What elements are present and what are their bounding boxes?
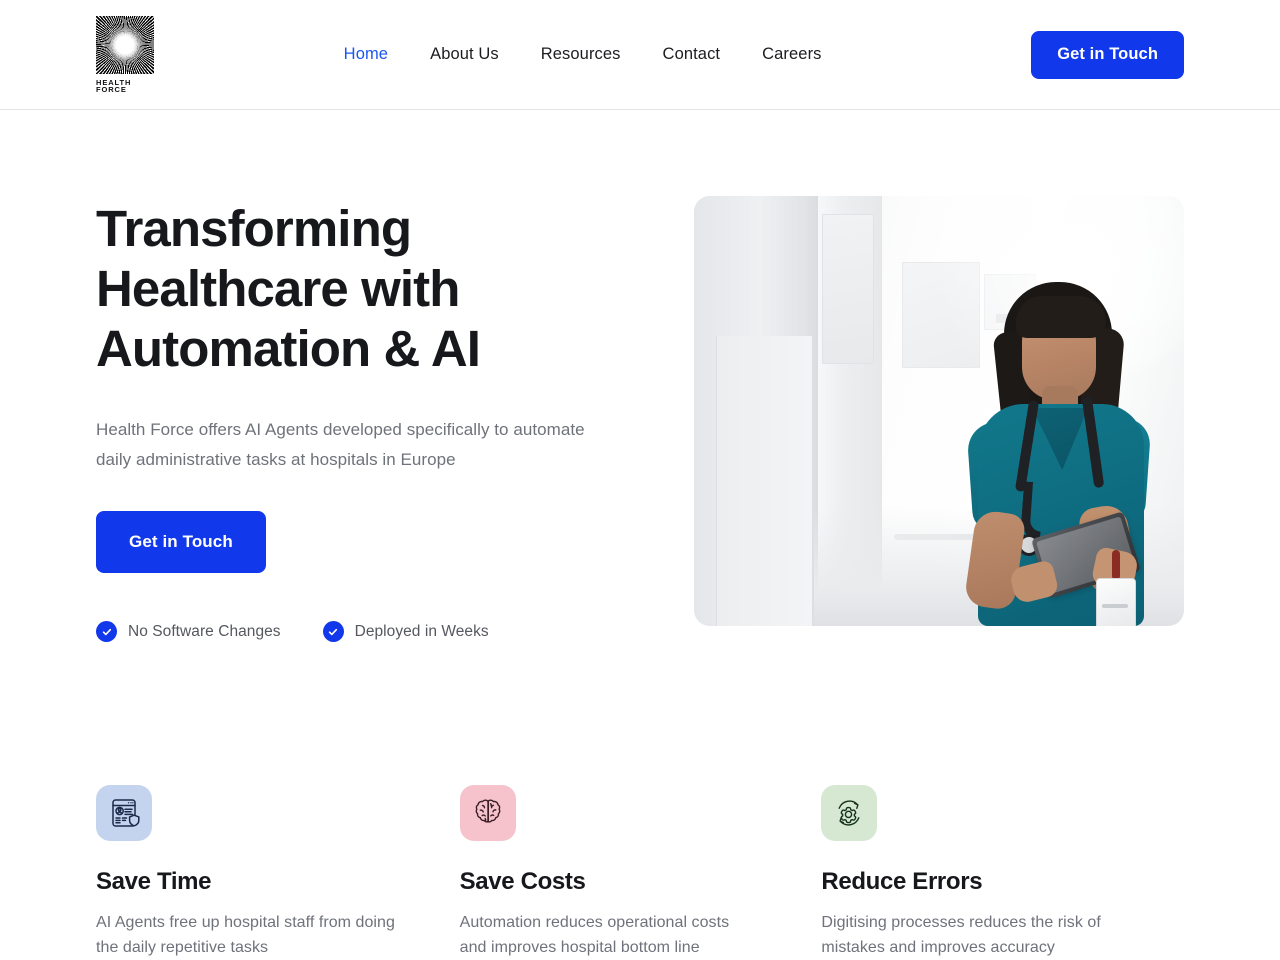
- document-profile-shield-icon: [96, 785, 152, 841]
- hero-title: Transforming Healthcare with Automation …: [96, 200, 481, 377]
- feature-title: Save Costs: [459, 868, 586, 895]
- brand-logo[interactable]: HEALTH FORCE: [96, 15, 154, 94]
- features-section: Save Time AI Agents free up hospital sta…: [0, 642, 1280, 960]
- hero-badge-label: Deployed in Weeks: [354, 622, 489, 640]
- feature-description: Automation reduces operational costs and…: [459, 914, 730, 956]
- feature-card-save-time: Save Time AI Agents free up hospital sta…: [96, 785, 459, 960]
- sunburst-logo-icon: [96, 15, 154, 74]
- site-header: HEALTH FORCE Home About Us Resources Con…: [0, 0, 1280, 110]
- feature-card-reduce-errors: Reduce Errors Digitising processes reduc…: [821, 785, 1184, 960]
- hero-badge-label: No Software Changes: [128, 622, 281, 640]
- check-circle-icon: [96, 621, 117, 642]
- hero-get-in-touch-button[interactable]: Get in Touch: [96, 511, 266, 573]
- hero-copy: Transforming Healthcare with Automation …: [96, 196, 646, 642]
- feature-description: AI Agents free up hospital staff from do…: [96, 914, 395, 956]
- feature-title: Save Time: [96, 868, 212, 895]
- hero-badge-deployed-in-weeks: Deployed in Weeks: [322, 621, 489, 642]
- check-circle-icon: [322, 621, 344, 642]
- feature-card-save-costs: Save Costs Automation reduces operationa…: [459, 785, 822, 960]
- hero-image: [694, 196, 1184, 626]
- nav-item-resources[interactable]: Resources: [541, 45, 621, 64]
- brand-name: HEALTH FORCE: [96, 77, 132, 94]
- hero-badge-list: No Software Changes Deployed in Weeks: [96, 621, 646, 642]
- hero-badge-no-software-changes: No Software Changes: [96, 621, 281, 642]
- nav-item-careers[interactable]: Careers: [762, 45, 821, 64]
- main-navigation: Home About Us Resources Contact Careers: [134, 45, 1031, 64]
- feature-title: Reduce Errors: [821, 868, 983, 895]
- hero-subtitle: Health Force offers AI Agents developed …: [96, 420, 585, 469]
- header-get-in-touch-button[interactable]: Get in Touch: [1031, 30, 1184, 79]
- hero-section: Transforming Healthcare with Automation …: [0, 110, 1280, 642]
- hospital-corridor-photo: [694, 196, 1184, 626]
- brain-icon: [459, 785, 516, 841]
- gear-refresh-icon: [821, 785, 878, 841]
- nurse-figure: [926, 282, 1176, 626]
- feature-description: Digitising processes reduces the risk of…: [821, 914, 1101, 956]
- nav-item-home[interactable]: Home: [344, 45, 388, 64]
- nav-item-about-us[interactable]: About Us: [430, 45, 499, 64]
- nav-item-contact[interactable]: Contact: [663, 45, 721, 64]
